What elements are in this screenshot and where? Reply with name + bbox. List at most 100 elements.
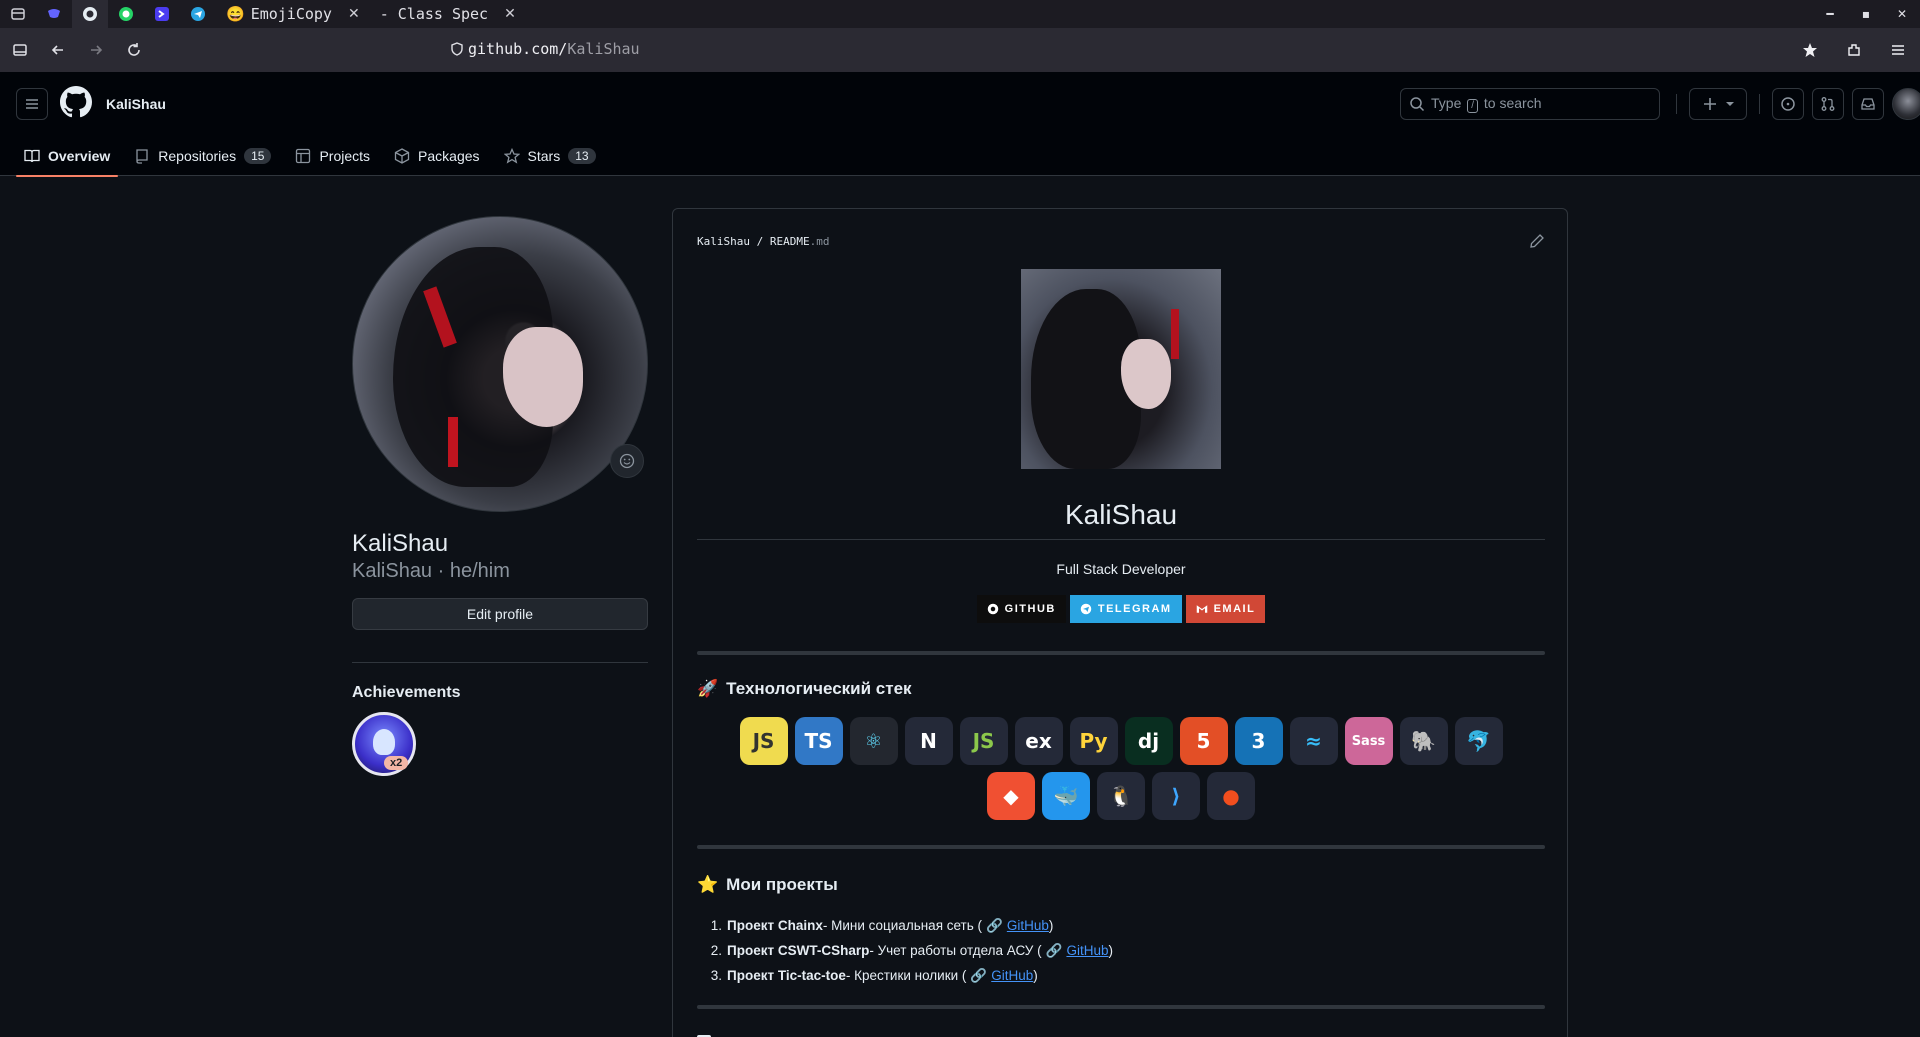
projects-heading: ⭐ Мои проекты <box>697 875 838 894</box>
profile-login-pronouns: KaliShau · he/him <box>352 560 510 582</box>
achievements-title[interactable]: Achievements <box>352 684 461 702</box>
stars-count: 13 <box>568 148 596 164</box>
readme-path-user[interactable]: KaliShau <box>697 235 750 248</box>
html-icon: 5 <box>1179 717 1228 765</box>
tab-classspec-label: - Class Spec <box>379 5 489 23</box>
github-link[interactable]: GitHub <box>1007 918 1049 933</box>
nextjs-icon: N <box>904 717 953 765</box>
react-icon: ⚛ <box>849 717 898 765</box>
tab-emojicopy[interactable]: 😄 EmojiCopy ✕ <box>216 0 370 28</box>
sidebar-toggle-icon[interactable] <box>2 32 38 68</box>
inbox-icon[interactable] <box>1852 88 1884 120</box>
close-window-icon[interactable]: ✕ <box>1884 7 1920 21</box>
profile-avatar[interactable] <box>352 216 648 512</box>
vscode-icon: ⟩ <box>1152 772 1200 820</box>
edit-pencil-icon[interactable] <box>1529 233 1545 252</box>
forward-icon[interactable] <box>78 32 114 68</box>
repo-count: 15 <box>244 148 272 164</box>
git-icon: ◆ <box>987 772 1035 820</box>
close-icon[interactable]: ✕ <box>348 6 360 22</box>
readme-title: KaliShau <box>1064 499 1178 530</box>
sidebar-divider <box>352 662 648 663</box>
email-badge[interactable]: EMAIL <box>1185 595 1266 623</box>
achievement-count: x2 <box>384 756 409 770</box>
plus-icon <box>1704 98 1716 110</box>
pull-requests-icon[interactable] <box>1812 88 1844 120</box>
linux-icon: 🐧 <box>1097 772 1145 820</box>
divider <box>697 845 1545 849</box>
bookmark-star-icon[interactable] <box>1788 32 1832 68</box>
user-avatar[interactable] <box>1892 88 1920 120</box>
mastodon-icon[interactable] <box>36 0 72 28</box>
divider <box>697 539 1545 540</box>
reload-icon[interactable] <box>116 32 152 68</box>
star-icon <box>503 148 520 164</box>
hamburger-icon[interactable] <box>16 88 48 120</box>
maximize-icon[interactable]: ▪ <box>1848 7 1884 21</box>
address-bar[interactable]: github.com/KaliShau <box>450 40 640 58</box>
mysql-icon: 🐬 <box>1454 717 1503 765</box>
link-icon: 🔗 <box>970 967 988 983</box>
list-item: 2. Проект CSWT-CSharp - Учет работы отде… <box>710 942 1113 959</box>
tab-repositories[interactable]: Repositories 15 <box>126 136 279 176</box>
link-icon: 🔗 <box>986 917 1003 933</box>
profile-name: KaliShau <box>352 530 449 557</box>
projects-list: 1. Проект Chainx - Мини социальная сеть … <box>697 913 1545 988</box>
list-item: 1. Проект Chainx - Мини социальная сеть … <box>710 917 1054 934</box>
telegram-icon[interactable] <box>180 0 216 28</box>
browser-tab-bar: 😄 EmojiCopy ✕ - Class Spec ✕ ━ ▪ ✕ <box>0 0 1920 28</box>
set-status-smiley-icon[interactable] <box>610 444 644 478</box>
minimize-icon[interactable]: ━ <box>1812 7 1848 21</box>
browser-nav-bar: github.com/KaliShau <box>0 28 1920 72</box>
readme-path-file: README <box>769 235 810 248</box>
menu-icon[interactable] <box>1876 32 1920 68</box>
tab-overview-icon[interactable] <box>0 0 36 28</box>
stack-heading: 🚀 Технологический стек <box>697 679 912 698</box>
tab-packages[interactable]: Packages <box>386 136 487 176</box>
telegram-badge[interactable]: TELEGRAM <box>1069 595 1182 623</box>
tab-classspec[interactable]: - Class Spec ✕ <box>370 0 526 28</box>
star-icon: ⭐ <box>697 875 719 894</box>
github-link[interactable]: GitHub <box>1066 943 1108 958</box>
emoji-icon: 😄 <box>226 5 245 23</box>
django-icon: dj <box>1124 717 1173 765</box>
tab-stars[interactable]: Stars 13 <box>496 136 604 176</box>
telegram-icon <box>1080 603 1092 615</box>
edit-profile-button[interactable]: Edit profile <box>352 598 648 630</box>
readme-path: KaliShau / README.md <box>697 235 830 248</box>
ts-icon: TS <box>794 717 843 765</box>
list-item: 3. Проект Tic-tac-toe - Крестики нолики … <box>710 967 1038 984</box>
url-path: KaliShau <box>567 40 640 58</box>
chevron-down-icon <box>1726 102 1734 106</box>
whatsapp-icon[interactable] <box>108 0 144 28</box>
github-link[interactable]: GitHub <box>991 968 1033 983</box>
prompt-icon[interactable] <box>144 0 180 28</box>
issues-icon[interactable] <box>1772 88 1804 120</box>
github-logo-icon[interactable] <box>60 86 92 118</box>
shield-icon <box>451 42 463 56</box>
github-icon <box>987 603 998 615</box>
header-username[interactable]: KaliShau <box>106 96 166 112</box>
back-icon[interactable] <box>40 32 76 68</box>
gmail-icon <box>1196 605 1207 613</box>
figma-icon: ● <box>1207 772 1255 820</box>
js-icon: JS <box>739 717 788 765</box>
readme-image <box>1021 269 1221 469</box>
github-icon[interactable] <box>72 0 108 28</box>
divider <box>697 651 1545 655</box>
extensions-icon[interactable] <box>1832 32 1876 68</box>
window-controls: ━ ▪ ✕ <box>1812 0 1920 28</box>
search-input[interactable]: Type / to search <box>1400 88 1660 120</box>
package-icon <box>394 148 410 164</box>
github-badge[interactable]: GITHUB <box>976 595 1066 623</box>
sass-icon: Sass <box>1344 717 1393 765</box>
nodejs-icon: JS <box>959 717 1008 765</box>
url-host: github.com/ <box>468 40 568 58</box>
tab-overview[interactable]: Overview <box>16 136 119 177</box>
python-icon: Py <box>1069 717 1118 765</box>
social-badges: GITHUB TELEGRAM EMAIL <box>697 595 1545 623</box>
create-new-button[interactable] <box>1689 88 1747 120</box>
tab-emojicopy-label: EmojiCopy <box>250 5 332 23</box>
tab-projects[interactable]: Projects <box>287 136 378 176</box>
close-icon[interactable]: ✕ <box>504 6 516 22</box>
